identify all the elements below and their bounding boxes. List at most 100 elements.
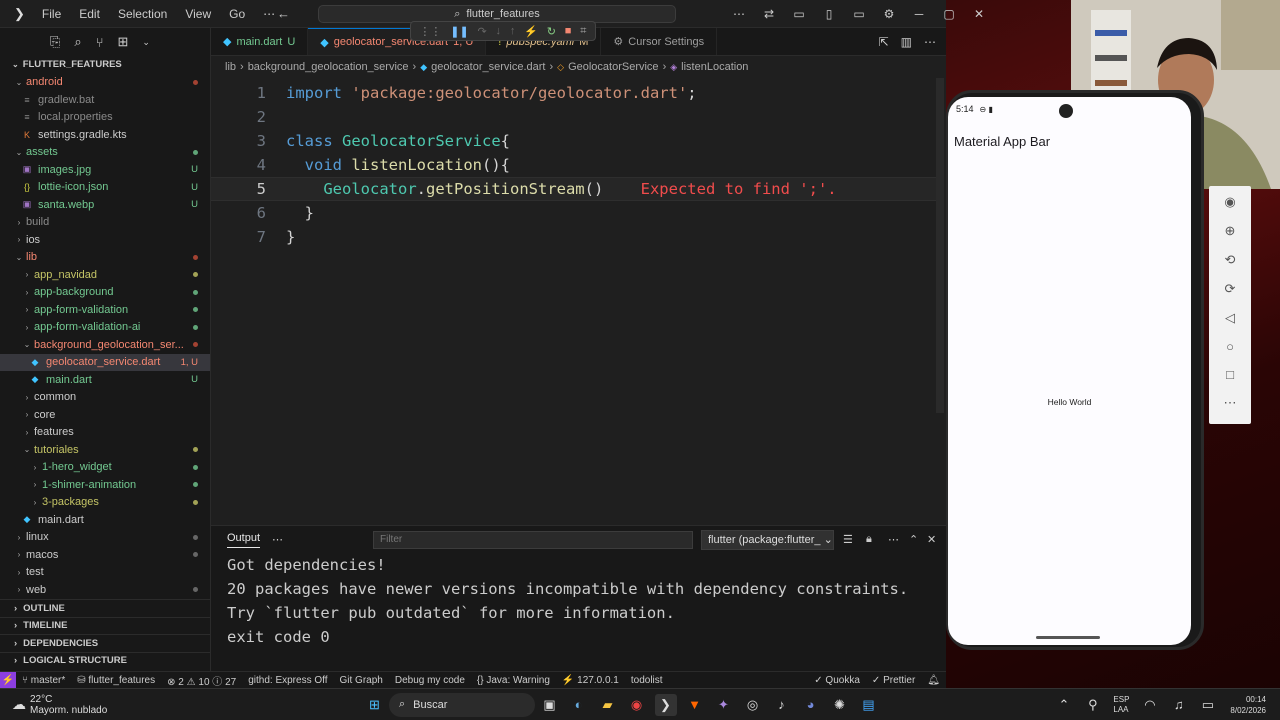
tree-item[interactable]: ▣ images.jpg U [0,161,210,179]
explorer-root[interactable]: ⌄ FLUTTER_FEATURES [0,56,210,74]
copilot-icon[interactable]: ◐ [568,694,590,716]
location-icon[interactable]: ⚲ [1082,694,1104,716]
tree-item[interactable]: Ksettings.gradle.kts [0,126,210,144]
status-address[interactable]: ⚡ 127.0.0.1 [556,675,625,686]
tree-item[interactable]: ▣ santa.webp U [0,196,210,214]
app-icon[interactable]: ◎ [742,694,764,716]
clock[interactable]: 00:14 8/02/2026 [1230,694,1266,716]
tree-item[interactable]: ⌄ background_geolocation_ser... [0,336,210,354]
chatgpt-icon[interactable]: ✺ [829,694,851,716]
output-channel-select[interactable]: flutter (package:flutter_ ⌄ [701,530,834,550]
brave-icon[interactable]: ▼ [684,694,706,716]
more-actions-icon[interactable]: ⋯ [724,7,754,21]
hot-reload-icon[interactable]: ⚡ [524,25,538,38]
status-debug[interactable]: Debug my code [389,675,471,686]
windows-start-icon[interactable]: ⊞ [364,694,386,716]
tree-item[interactable]: ⌄ lib [0,249,210,267]
breadcrumb-item[interactable]: GeolocatorService [568,61,659,73]
task-view-icon[interactable]: ▣ [539,694,561,716]
problems-indicator[interactable]: ⊗ 2 ⚠ 10 ⓘ 27 [161,673,242,688]
close-panel-icon[interactable]: ✕ [927,533,936,546]
source-control-icon[interactable]: ⑂ [96,35,104,50]
menu-go[interactable]: Go [220,7,254,21]
back-arrow-icon[interactable]: ← [277,6,290,21]
tab-main-dart[interactable]: ◆ main.dart U [211,28,309,55]
tree-item[interactable]: {} lottie-icon.json U [0,179,210,197]
tree-item[interactable]: › test [0,564,210,582]
code-editor[interactable]: 1 import 'package:geolocator/geolocator.… [211,78,946,525]
more-icon[interactable]: ⋯ [1224,395,1237,411]
tree-item[interactable]: › 1-hero_widget [0,459,210,477]
camera-icon[interactable]: ◉ [1224,194,1235,210]
tiktok-icon[interactable]: ♪ [771,694,793,716]
tree-item[interactable]: › features [0,424,210,442]
maximize-icon[interactable]: ▢ [934,7,964,21]
chrome-icon[interactable]: ◉ [626,694,648,716]
sidebar-section-header[interactable]: › OUTLINE [0,599,211,617]
stop-icon[interactable]: ■ [565,25,572,37]
overview-icon[interactable]: □ [1226,367,1234,382]
chevron-down-icon[interactable]: ⌄ [142,37,150,48]
volume-icon[interactable]: ♫ [1168,694,1190,716]
breadcrumb-item[interactable]: listenLocation [681,61,748,73]
tree-item[interactable]: › build [0,214,210,232]
breadcrumb-item[interactable]: background_geolocation_service [248,61,409,73]
tree-item[interactable]: ≡ local.properties [0,109,210,127]
sidebar-section-header[interactable]: › LOGICAL STRUCTURE [0,651,211,670]
home-icon[interactable]: ○ [1226,339,1234,354]
status-java[interactable]: {} Java: Warning [471,675,556,686]
split-editor-icon[interactable]: ▥ [901,35,912,49]
battery-icon[interactable]: ▭ [1197,694,1219,716]
extensions-icon[interactable]: ⊞ [118,34,129,50]
toggle-panel-icon[interactable]: ▭ [844,7,874,21]
tree-item[interactable]: ◆ main.dart [0,511,210,529]
output-filter-input[interactable]: Filter [373,531,693,549]
step-out-icon[interactable]: ↑ [510,25,516,37]
tree-item[interactable]: ⌄ assets [0,144,210,162]
phone-gesture-bar[interactable] [1036,636,1100,639]
tree-item[interactable]: › 3-packages [0,494,210,512]
tree-item[interactable]: › macos [0,546,210,564]
discord-icon[interactable]: ◕ [800,694,822,716]
tree-item[interactable]: › linux [0,529,210,547]
search-sidebar-icon[interactable]: ⌕ [74,34,81,50]
more-icon[interactable]: ⋯ [272,533,283,546]
back-icon[interactable]: ◁ [1225,310,1235,326]
rotate-left-icon[interactable]: ⟲ [1225,252,1236,268]
tree-item[interactable]: › core [0,406,210,424]
menu-selection[interactable]: Selection [109,7,176,21]
tree-item[interactable]: › app-background [0,284,210,302]
tree-item[interactable]: › app-form-validation-ai [0,319,210,337]
restart-icon[interactable]: ↻ [547,25,556,38]
app-icon[interactable]: ✦ [713,694,735,716]
list-view-icon[interactable]: ☰ [843,533,853,546]
inspect-icon[interactable]: ⌗ [580,25,586,38]
pause-icon[interactable]: ❚❚ [450,25,468,38]
tab-output[interactable]: Output [227,532,261,548]
status-quokka[interactable]: ✓ Quokka [808,675,866,686]
phone-screen[interactable]: 5:14 ⊖ ▮ Material App Bar Hello World [948,97,1191,645]
cursor-app-icon[interactable]: ❯ [654,693,677,716]
tree-item[interactable]: › app_navidad [0,266,210,284]
status-git-graph[interactable]: Git Graph [334,675,389,686]
settings-gear-icon[interactable]: ⚙ [874,7,904,21]
zoom-in-icon[interactable]: ⊕ [1225,223,1236,239]
weather-widget[interactable]: ☁ 22°C Mayorm. nublado [0,694,360,716]
tree-item[interactable]: › app-form-validation [0,301,210,319]
tree-item[interactable]: ◆ main.dart U [0,371,210,389]
drag-handle-icon[interactable]: ⋮⋮ [419,25,441,38]
close-window-icon[interactable]: ✕ [964,7,994,21]
sidebar-section-header[interactable]: › TIMELINE [0,616,211,635]
menu-edit[interactable]: Edit [70,7,109,21]
file-explorer-icon[interactable]: ▰ [597,694,619,716]
menu-view[interactable]: View [176,7,220,21]
tree-item[interactable]: ⌄ android [0,74,210,92]
tree-item[interactable]: ⌄ tutoriales [0,441,210,459]
editor-scrollbar[interactable] [936,78,944,413]
git-branch[interactable]: ⑂ master* [16,675,71,686]
status-githd[interactable]: githd: Express Off [242,675,333,686]
layout-icon[interactable]: ▭ [784,7,814,21]
explorer-files-icon[interactable]: ⎘ [50,34,60,50]
project-name[interactable]: ⛁ flutter_features [71,675,161,686]
language-indicator[interactable]: ESP LAA [1113,695,1129,715]
